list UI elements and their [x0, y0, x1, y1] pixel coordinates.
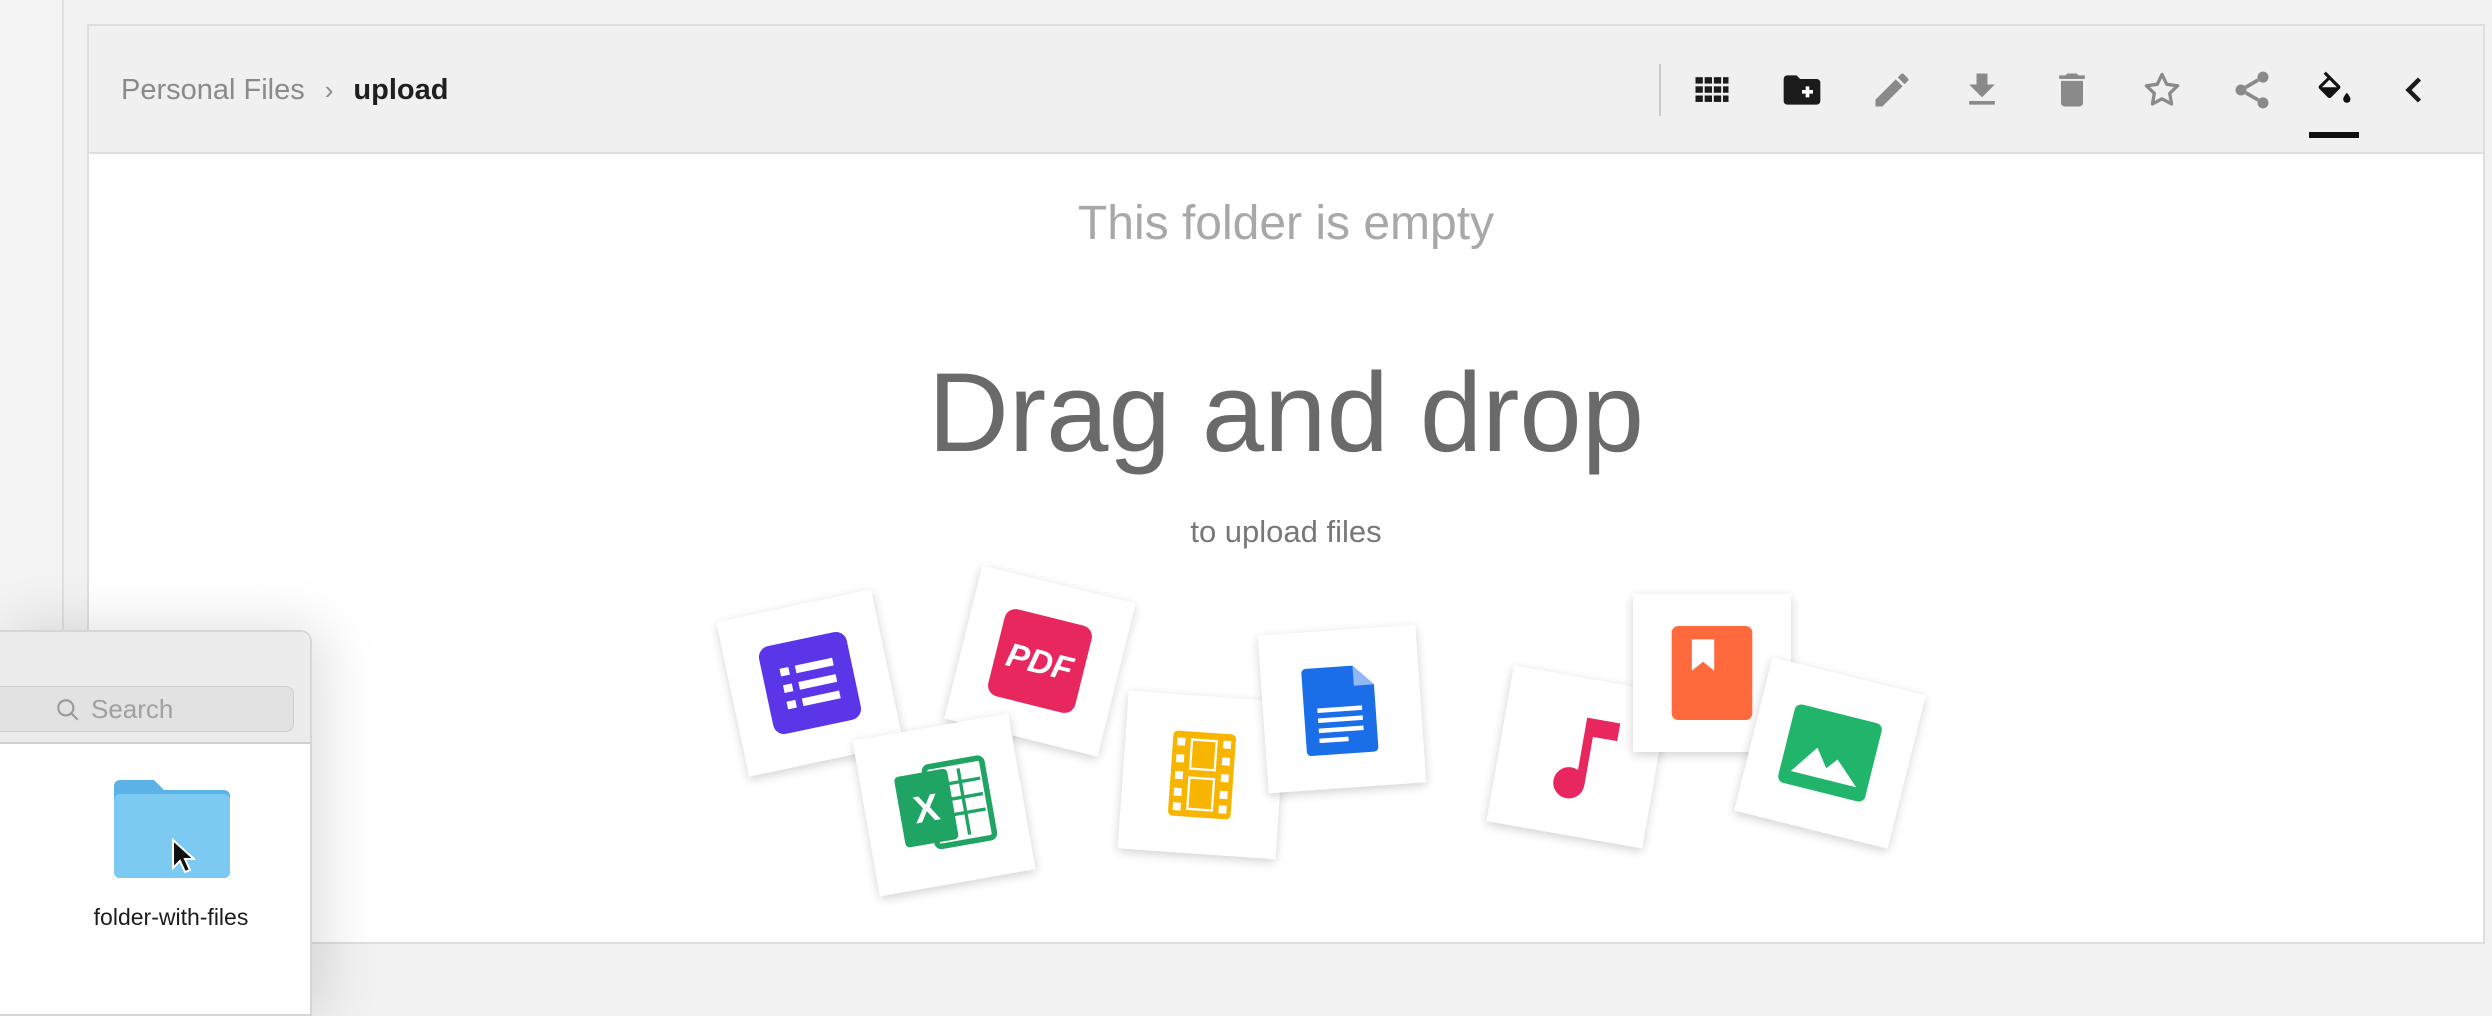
theme-button[interactable]	[2306, 62, 2362, 118]
drag-drop-title: Drag and drop	[927, 350, 1645, 475]
toolbar: Personal Files › upload	[89, 26, 2483, 154]
download-button[interactable]	[1954, 62, 2010, 118]
new-folder-button[interactable]	[1774, 62, 1830, 118]
image-icon	[1778, 704, 1882, 802]
delete-button[interactable]	[2044, 62, 2100, 118]
finder-header: Search	[0, 632, 310, 744]
grid-icon	[1695, 77, 1729, 102]
download-icon	[1969, 73, 1995, 105]
collapse-button[interactable]	[2386, 62, 2442, 118]
grid-view-button[interactable]	[1684, 62, 1740, 118]
search-icon	[57, 699, 79, 721]
spreadsheet-file-card: X	[852, 713, 1036, 897]
video-icon	[1168, 730, 1236, 820]
file-browser-panel: Personal Files › upload This folder is e…	[87, 24, 2485, 944]
ebook-icon	[1671, 625, 1753, 721]
document-file-card	[1257, 624, 1427, 794]
mouse-cursor-icon	[172, 838, 195, 874]
spreadsheet-icon: X	[894, 755, 998, 850]
finder-search-placeholder: Search	[91, 693, 174, 724]
share-icon	[2235, 71, 2269, 109]
folder-plus-icon	[1783, 75, 1821, 105]
music-icon	[1553, 717, 1621, 799]
finder-search-input[interactable]: Search	[0, 686, 294, 732]
document-icon	[1301, 665, 1379, 757]
breadcrumb-personal-files[interactable]: Personal Files	[121, 74, 305, 107]
star-icon	[2144, 72, 2180, 106]
toolbar-divider	[1659, 64, 1661, 116]
finder-window: Search folder-with-files	[0, 630, 312, 1016]
breadcrumb: Personal Files › upload	[121, 26, 448, 154]
theme-indicator	[2309, 132, 2359, 138]
drag-drop-subtitle: to upload files	[1190, 514, 1382, 549]
folder-name-label[interactable]: folder-with-files	[0, 904, 342, 931]
favorite-button[interactable]	[2134, 62, 2190, 118]
trash-icon	[2059, 73, 2085, 107]
pencil-icon	[1875, 73, 1909, 107]
paint-bucket-icon	[2318, 71, 2351, 103]
video-file-card	[1117, 690, 1287, 860]
empty-folder-message: This folder is empty	[1077, 197, 1495, 250]
rename-button[interactable]	[1864, 62, 1920, 118]
breadcrumb-current-folder: upload	[353, 73, 449, 106]
chevron-left-icon	[2405, 77, 2422, 103]
share-button[interactable]	[2224, 62, 2280, 118]
pdf-icon: PDF	[988, 609, 1092, 713]
breadcrumb-separator: ›	[324, 74, 334, 105]
form-icon	[758, 631, 862, 735]
